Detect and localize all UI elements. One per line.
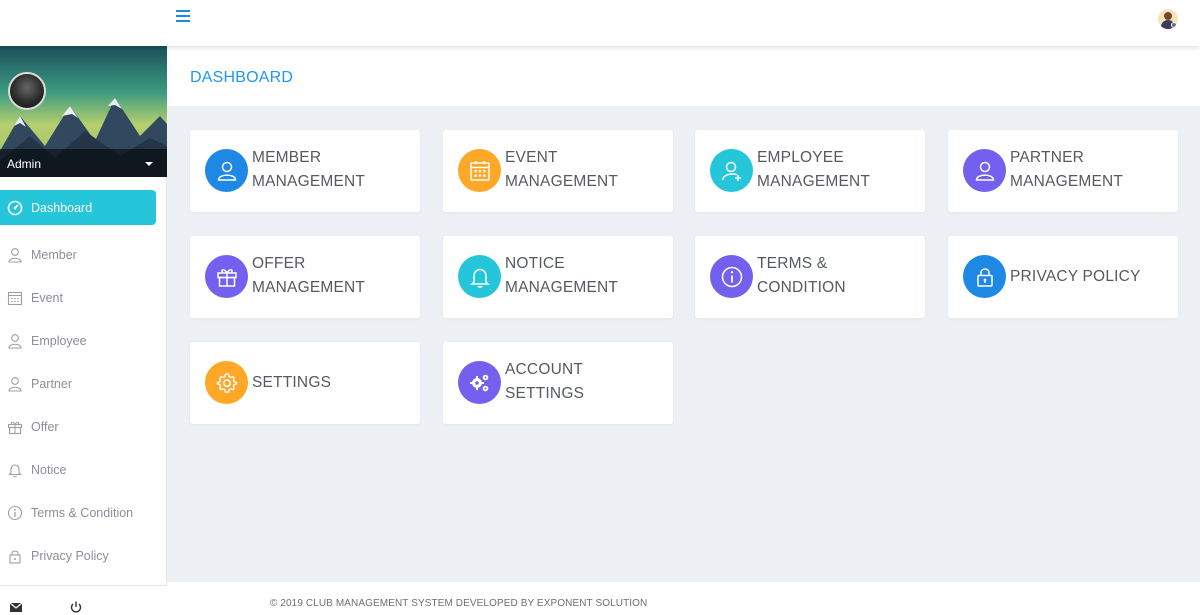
card-label-line2: CONDITION (757, 279, 846, 296)
sidebar-item-notice[interactable]: Notice (0, 448, 166, 491)
sidebar-item-privacy[interactable]: Privacy Policy (0, 534, 166, 577)
gear-icon (205, 361, 248, 404)
card-label: EMPLOYEE MANAGEMENT (757, 146, 870, 194)
card-label: EVENT MANAGEMENT (505, 146, 618, 194)
user-icon (7, 333, 23, 349)
card-label: MEMBER MANAGEMENT (252, 146, 365, 194)
card-label-line1: ACCOUNT (505, 361, 584, 378)
privacy-policy-card[interactable]: PRIVACY POLICY (948, 236, 1178, 318)
gift-icon (7, 419, 23, 435)
page-footer: © 2019 CLUB MANAGEMENT SYSTEM DEVELOPED … (167, 582, 1200, 615)
bell-icon (458, 255, 501, 298)
sidebar-item-label: Terms & Condition (31, 505, 134, 520)
user-icon (7, 376, 23, 392)
card-label-line1: EVENT (505, 149, 558, 166)
calendar-icon (7, 290, 23, 306)
lock-icon (963, 255, 1006, 298)
card-label-line1: PRIVACY POLICY (1010, 268, 1141, 285)
card-label-line1: PARTNER (1010, 149, 1085, 166)
card-label-line1: EMPLOYEE (757, 149, 844, 166)
sidebar-item-label: Member (31, 247, 77, 262)
member-management-card[interactable]: MEMBER MANAGEMENT (190, 130, 420, 212)
profile-name: Admin (7, 157, 42, 171)
card-label: OFFER MANAGEMENT (252, 252, 365, 300)
sidebar-item-offer[interactable]: Offer (0, 405, 166, 448)
sidebar-item-employee[interactable]: Employee (0, 319, 166, 362)
footer-copyright: © 2019 CLUB MANAGEMENT SYSTEM DEVELOPED … (270, 598, 648, 609)
card-label: TERMS & CONDITION (757, 252, 846, 300)
offer-management-card[interactable]: OFFER MANAGEMENT (190, 236, 420, 318)
sidebar-item-label: Offer (31, 419, 59, 434)
gift-icon (205, 255, 248, 298)
sidebar-item-label: Privacy Policy (31, 548, 109, 563)
sidebar-item-label: Partner (31, 376, 72, 391)
card-label: SETTINGS (252, 371, 331, 395)
card-label: ACCOUNT SETTINGS (505, 358, 584, 406)
user-avatar-icon[interactable] (1158, 9, 1178, 29)
terms-condition-card[interactable]: TERMS & CONDITION (695, 236, 925, 318)
event-management-card[interactable]: EVENT MANAGEMENT (443, 130, 673, 212)
info-icon (7, 505, 23, 521)
card-label-line1: TERMS & (757, 255, 828, 272)
card-label-line2: MANAGEMENT (252, 173, 366, 190)
account-settings-card[interactable]: ACCOUNT SETTINGS (443, 342, 673, 424)
profile-avatar[interactable] (8, 72, 46, 110)
mail-icon[interactable] (9, 600, 23, 614)
notice-management-card[interactable]: NOTICE MANAGEMENT (443, 236, 673, 318)
user-icon (7, 247, 23, 263)
user-icon (205, 149, 248, 192)
sidebar-footer (0, 585, 167, 615)
page-title-bar: DASHBOARD (167, 46, 1200, 106)
card-label-line2: MANAGEMENT (252, 279, 366, 296)
sidebar-item-dashboard[interactable]: Dashboard (0, 190, 156, 225)
card-label-line1: MEMBER (252, 149, 322, 166)
card-label: NOTICE MANAGEMENT (505, 252, 618, 300)
sidebar-item-event[interactable]: Event (0, 276, 166, 319)
sidebar-item-label: Dashboard (31, 200, 93, 215)
top-bar (0, 0, 1200, 46)
user-icon (963, 149, 1006, 192)
card-label-line1: NOTICE (505, 255, 565, 272)
dashboard-icon (7, 200, 23, 216)
bell-icon (7, 462, 23, 478)
profile-dropdown[interactable]: Admin (0, 149, 167, 177)
gears-icon (458, 361, 501, 404)
card-label-line2: MANAGEMENT (505, 279, 619, 296)
sidebar-item-label: Event (31, 290, 63, 305)
card-label-line2: MANAGEMENT (757, 173, 871, 190)
power-icon[interactable] (69, 600, 83, 614)
card-label-line1: SETTINGS (252, 374, 332, 391)
sidebar-item-terms[interactable]: Terms & Condition (0, 491, 166, 534)
calendar-icon (458, 149, 501, 192)
chevron-down-icon (145, 162, 153, 166)
partner-management-card[interactable]: PARTNER MANAGEMENT (948, 130, 1178, 212)
card-label-line2: SETTINGS (505, 385, 585, 402)
sidebar-item-partner[interactable]: Partner (0, 362, 166, 405)
hamburger-icon[interactable] (176, 10, 190, 24)
card-label-line2: MANAGEMENT (1010, 173, 1124, 190)
page-title: DASHBOARD (190, 69, 294, 86)
user-plus-icon (710, 149, 753, 192)
sidebar-item-label: Notice (31, 462, 67, 477)
lock-icon (7, 548, 23, 564)
card-label-line2: MANAGEMENT (505, 173, 619, 190)
profile-banner: Admin (0, 46, 167, 177)
card-label: PARTNER MANAGEMENT (1010, 146, 1123, 194)
sidebar: Admin Dashboard Member Event Employee Pa… (0, 46, 167, 615)
employee-management-card[interactable]: EMPLOYEE MANAGEMENT (695, 130, 925, 212)
sidebar-item-member[interactable]: Member (0, 233, 166, 276)
settings-card[interactable]: SETTINGS (190, 342, 420, 424)
info-icon (710, 255, 753, 298)
sidebar-item-label: Employee (31, 333, 87, 348)
card-label-line1: OFFER (252, 255, 306, 272)
sidebar-nav: Dashboard Member Event Employee Partner (0, 190, 166, 577)
card-label: PRIVACY POLICY (1010, 265, 1141, 289)
